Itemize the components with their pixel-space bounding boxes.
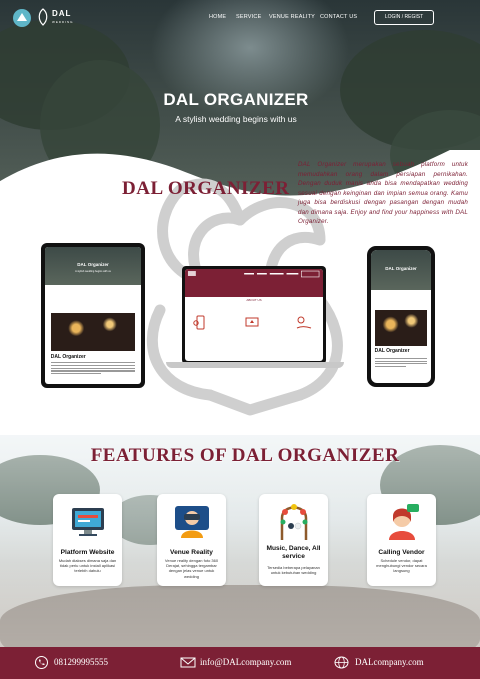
footer-phone[interactable]: 081299995555	[54, 657, 108, 667]
hand-ui-icon	[296, 316, 312, 329]
tablet-text-lines	[50, 362, 136, 376]
top-nav: DAL WEDDING HOME SERVICE VENUE REALITY C…	[0, 0, 480, 36]
feature-card-calling-vendor[interactable]: Calling Vendor Schedule vendor, dapat me…	[367, 494, 436, 586]
feature-description: Venue reality dengan foto 360 Derajat, s…	[164, 558, 219, 579]
laptop-base	[166, 362, 344, 368]
hero-subtitle: A stylish wedding begins with us	[175, 114, 297, 124]
tablet-photo	[50, 312, 136, 352]
footer: 081299995555 info@DALcompany.com DALcomp…	[0, 647, 480, 679]
nav-contact-us[interactable]: CONTACT US	[320, 14, 357, 20]
feature-description: Schedule vendor, dapat menghubungi vendo…	[376, 558, 427, 574]
feature-title: Music, Dance, All service	[266, 545, 321, 560]
laptop-hero	[185, 269, 323, 297]
logo-icon[interactable]	[12, 8, 32, 28]
hero-title: DAL ORGANIZER	[163, 90, 309, 109]
footer-email[interactable]: info@DALcompany.com	[200, 657, 291, 667]
phone-icon	[35, 656, 48, 669]
nav-venue-reality[interactable]: VENUE REALITY	[269, 14, 315, 20]
feature-title: Venue Reality	[170, 549, 213, 556]
logo-emblem-icon	[38, 8, 48, 26]
feature-title: Calling Vendor	[378, 549, 425, 556]
feature-card-platform-website[interactable]: Platform Website Mudah diakses dimana sa…	[53, 494, 122, 586]
phone-heading: DAL Organizer	[374, 348, 410, 355]
about-description: DAL Organizer merupakan sebuah platform …	[298, 161, 468, 225]
wedding-arch-icon	[280, 504, 308, 540]
feature-description: Tersedia beberapa pelayanan untuk kebutu…	[267, 565, 320, 576]
about-title: DAL ORGANIZER	[122, 178, 290, 199]
tablet-heading: DAL Organizer	[50, 353, 86, 360]
nav-service[interactable]: SERVICE	[236, 14, 261, 20]
feature-card-venue-reality[interactable]: Venue Reality Venue reality dengan foto …	[157, 494, 226, 586]
brand-tagline: WEDDING	[52, 20, 74, 24]
laptop-nav	[187, 270, 320, 278]
laptop-mockup: ABOUT US	[182, 266, 326, 364]
nav-home[interactable]: HOME	[209, 14, 226, 20]
login-register-button[interactable]: LOGIN / REGIST	[374, 10, 434, 25]
features-section: FEATURES OF DAL ORGANIZER Platform Websi…	[0, 435, 480, 647]
feature-card-music-dance[interactable]: Music, Dance, All service Tersedia beber…	[259, 494, 328, 586]
tablet-hero-title: DAL Organizer	[77, 262, 109, 268]
brand-name[interactable]: DAL	[52, 10, 71, 18]
tablet-mockup: DAL Organizer A stylish wedding begins w…	[41, 243, 145, 388]
virtual-tour-icon	[175, 506, 209, 538]
laptop-heading: ABOUT US	[246, 298, 262, 303]
tablet-hero-subtitle: A stylish wedding begins with us	[75, 270, 111, 274]
monitor-icon	[72, 508, 104, 536]
phone-text-lines	[374, 357, 428, 369]
phone-photo	[374, 309, 428, 346]
phone-hero-title: DAL Organizer	[385, 265, 417, 271]
screen-ui-icon	[245, 317, 259, 327]
phone-ui-icon	[193, 315, 205, 330]
feature-description: Mudah diakses dimana saja dan tidak perl…	[58, 558, 117, 574]
globe-icon	[334, 656, 349, 669]
footer-website[interactable]: DALcompany.com	[355, 657, 424, 667]
phone-mockup: DAL Organizer DAL Organizer	[367, 246, 435, 387]
features-title: FEATURES OF DAL ORGANIZER	[90, 445, 400, 466]
feature-title: Platform Website	[60, 549, 115, 556]
mail-icon	[180, 657, 196, 668]
support-agent-icon	[389, 504, 419, 540]
